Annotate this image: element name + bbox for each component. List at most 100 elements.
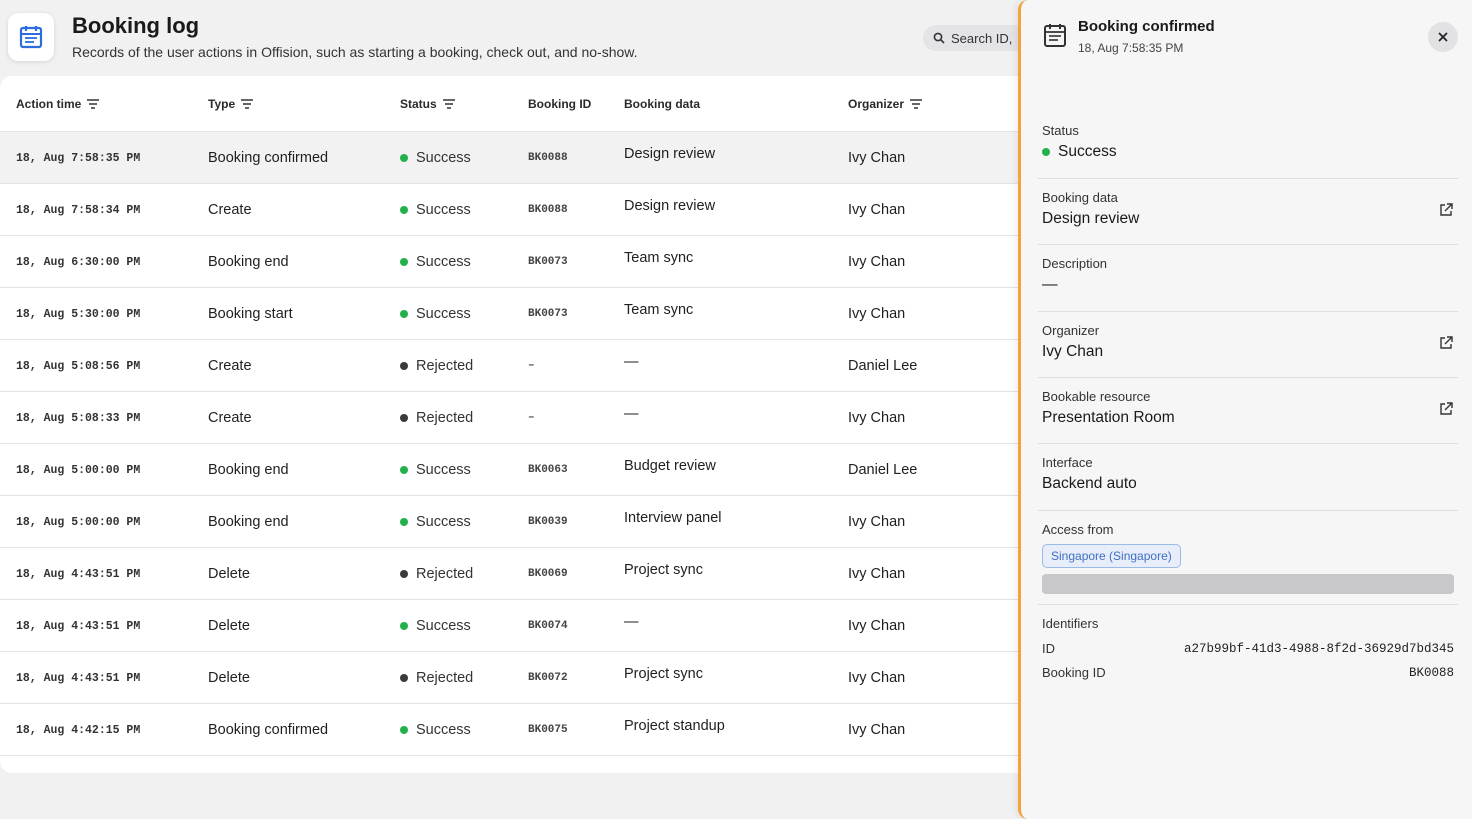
loading-placeholder — [1042, 574, 1454, 594]
table-row[interactable]: 18, Aug 7:58:35 PM Booking confirmed Succe… — [0, 132, 1030, 184]
table-row[interactable]: 18, Aug 5:08:33 PM Create Rejected – — Ivy Ch… — [0, 392, 1030, 444]
filter-icon[interactable] — [442, 99, 455, 109]
status-text: Success — [416, 202, 471, 218]
action-time-cell: 18, Aug 5:08:56 PM — [16, 359, 141, 373]
organizer-cell: Ivy Chan — [848, 566, 906, 582]
booking-data-cell: — — [624, 614, 639, 630]
booking-id-cell: BK0088 — [528, 152, 568, 164]
location-tag: Singapore (Singapore) — [1042, 544, 1181, 568]
status-dot — [400, 154, 408, 162]
status-dot — [400, 674, 408, 682]
close-button[interactable] — [1428, 22, 1458, 52]
column-status: Status — [400, 76, 455, 132]
divider — [1038, 443, 1458, 444]
column-organizer: Organizer — [848, 76, 923, 132]
access-field: Access from — [1042, 522, 1458, 537]
table-row[interactable]: 18, Aug 4:43:51 PM Delete Rejected BK0072 Pr… — [0, 652, 1030, 704]
filter-icon[interactable] — [241, 99, 254, 109]
status-text: Success — [416, 254, 471, 270]
organizer-cell: Ivy Chan — [848, 514, 906, 530]
field-label: Access from — [1042, 522, 1114, 537]
panel-title: Booking confirmed — [1078, 18, 1215, 35]
booking-data-cell: Team sync — [624, 302, 694, 318]
status-dot — [400, 518, 408, 526]
column-type: Type — [208, 76, 254, 132]
status-text: Rejected — [416, 670, 474, 686]
booking-data-cell: Design review — [624, 146, 716, 162]
status-cell: Success — [400, 184, 471, 236]
type-cell: Create — [208, 410, 252, 426]
booking-id-label: Booking ID — [1042, 665, 1106, 680]
organizer-cell: Ivy Chan — [848, 410, 906, 426]
status-text: Rejected — [416, 410, 474, 426]
page-title: Booking log — [72, 13, 200, 38]
status-cell: Success — [400, 236, 471, 288]
status-dot — [400, 310, 408, 318]
column-label: Type — [208, 97, 236, 111]
field-label: Organizer — [1042, 323, 1100, 338]
booking-data-cell: Team sync — [624, 250, 694, 266]
divider — [1038, 311, 1458, 312]
action-time-cell: 18, Aug 5:30:00 PM — [16, 307, 141, 321]
type-cell: Booking end — [208, 514, 289, 530]
booking-data-cell: Design review — [624, 198, 716, 214]
organizer-cell: Ivy Chan — [848, 202, 906, 218]
filter-icon[interactable] — [910, 99, 923, 109]
divider — [1038, 377, 1458, 378]
type-cell: Booking start — [208, 306, 293, 322]
type-cell: Delete — [208, 670, 250, 686]
status-text: Success — [416, 618, 471, 634]
organizer-cell: Ivy Chan — [848, 722, 906, 738]
action-time-cell: 18, Aug 5:08:33 PM — [16, 411, 141, 425]
table-row[interactable]: 18, Aug 5:00:00 PM Booking end Success BK00… — [0, 496, 1030, 548]
status-dot — [400, 206, 408, 214]
type-cell: Delete — [208, 618, 250, 634]
booking-data-cell: Project sync — [624, 562, 703, 578]
panel-timestamp: 18, Aug 7:58:35 PM — [1078, 41, 1184, 55]
booking-id-cell: BK0073 — [528, 256, 568, 268]
table-row[interactable]: 18, Aug 6:30:00 PM Booking end Success BK00… — [0, 236, 1030, 288]
status-cell: Success — [400, 496, 471, 548]
id-row: ID a27b99bf-41d3-4988-8f2d-36929d7bd345 — [1042, 641, 1454, 656]
status-text: Success — [416, 722, 471, 738]
table-row[interactable]: 18, Aug 4:42:15 PM Booking confirmed Succe… — [0, 704, 1030, 756]
field-label: Interface — [1042, 455, 1093, 470]
type-cell: Booking confirmed — [208, 722, 329, 738]
external-link-icon[interactable] — [1439, 402, 1453, 421]
booking-id-cell: BK0075 — [528, 724, 568, 736]
table-row[interactable]: 18, Aug 4:43:51 PM Delete Success BK0074 — Iv… — [0, 600, 1030, 652]
booking-data-cell: — — [624, 354, 639, 370]
divider — [1038, 244, 1458, 245]
status-dot — [400, 258, 408, 266]
status-dot — [400, 622, 408, 630]
external-link-icon[interactable] — [1439, 336, 1453, 355]
external-link-icon[interactable] — [1439, 203, 1453, 222]
action-time-cell: 18, Aug 5:00:00 PM — [16, 515, 141, 529]
action-time-cell: 18, Aug 7:58:35 PM — [16, 151, 141, 165]
table-row[interactable]: 18, Aug 5:00:00 PM Booking end Success BK00… — [0, 444, 1030, 496]
action-time-cell: 18, Aug 6:30:00 PM — [16, 255, 141, 269]
booking-id-cell: – — [528, 360, 535, 372]
booking-id-row: Booking ID BK0088 — [1042, 665, 1454, 680]
table-row[interactable]: 18, Aug 5:30:00 PM Booking start Success BK… — [0, 288, 1030, 340]
type-cell: Delete — [208, 566, 250, 582]
table-row[interactable]: 18, Aug 4:43:51 PM Delete Rejected BK0069 Pr… — [0, 548, 1030, 600]
table-row[interactable]: 18, Aug 5:08:56 PM Create Rejected – — Daniel… — [0, 340, 1030, 392]
status-value: Success — [1042, 143, 1458, 161]
status-text: Success — [416, 514, 471, 530]
status-cell: Success — [400, 444, 471, 496]
booking-id-cell: BK0039 — [528, 516, 568, 528]
filter-icon[interactable] — [87, 99, 100, 109]
column-booking-id: Booking ID — [528, 76, 591, 132]
column-label: Booking ID — [528, 97, 592, 111]
identifiers-field: Identifiers — [1042, 616, 1458, 631]
action-time-cell: 18, Aug 4:42:15 PM — [16, 723, 141, 737]
booking-data-cell: Project sync — [624, 666, 703, 682]
status-text: Success — [416, 462, 471, 478]
booking-data-cell: Interview panel — [624, 510, 722, 526]
calendar-icon — [19, 26, 43, 49]
table-row[interactable]: 18, Aug 7:58:34 PM Create Success BK0088 Des… — [0, 184, 1030, 236]
booking-id-cell: BK0074 — [528, 620, 568, 632]
type-cell: Booking confirmed — [208, 150, 329, 166]
organizer-cell: Ivy Chan — [848, 306, 906, 322]
